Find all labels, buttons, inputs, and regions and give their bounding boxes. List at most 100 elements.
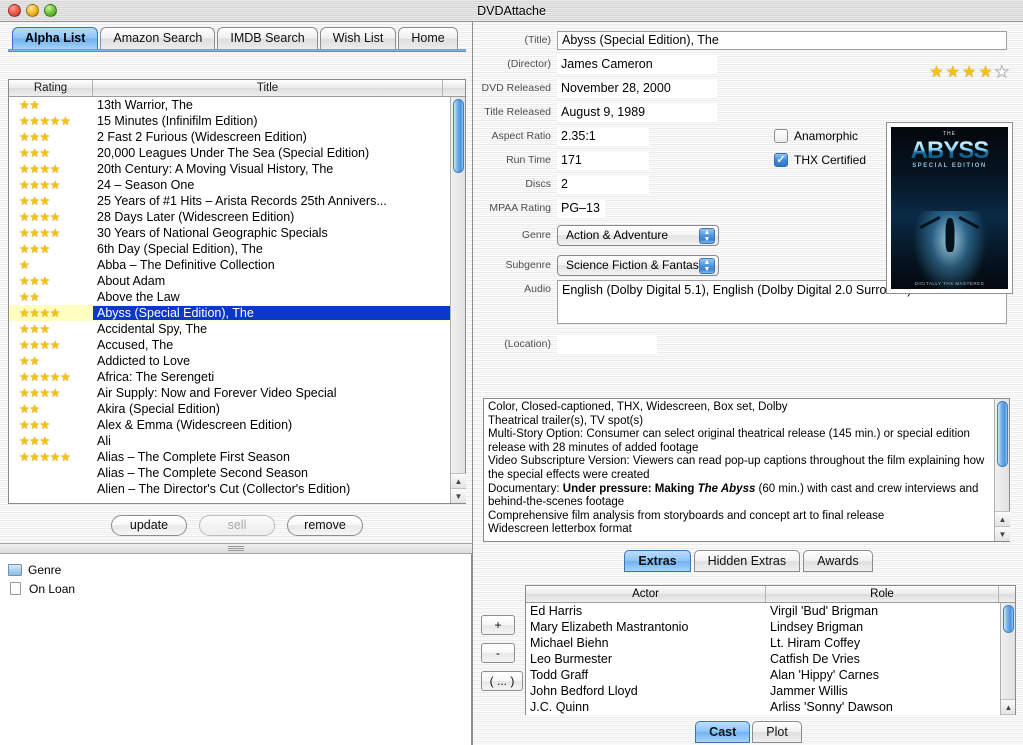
table-row[interactable]: ★Abba – The Definitive Collection: [9, 257, 465, 273]
runtime-input[interactable]: 171: [557, 151, 649, 170]
dvd-released-input[interactable]: November 28, 2000: [557, 79, 717, 98]
aspect-ratio-input[interactable]: 2.35:1: [557, 127, 649, 146]
tab-label: Home: [411, 31, 444, 45]
column-header-actor[interactable]: Actor: [526, 586, 766, 602]
table-row[interactable]: ★★★★Air Supply: Now and Forever Video Sp…: [9, 385, 465, 401]
genre-dropdown[interactable]: Action & Adventure ▲▼: [557, 225, 719, 246]
pane-splitter[interactable]: [0, 543, 472, 554]
table-row[interactable]: ★★Addicted to Love: [9, 353, 465, 369]
cast-scrollbar[interactable]: ▲ ▼: [1000, 603, 1015, 729]
remove-cast-button[interactable]: -: [481, 643, 515, 663]
tab-alpha-list[interactable]: Alpha List: [12, 27, 98, 49]
discs-input[interactable]: 2: [557, 175, 649, 194]
star-icon: ★: [19, 402, 29, 416]
extras-text-area[interactable]: Color, Closed-captioned, THX, Widescreen…: [483, 398, 1010, 542]
table-row[interactable]: ★★★★24 – Season One: [9, 177, 465, 193]
table-row[interactable]: ★★★★Abyss (Special Edition), The: [9, 305, 465, 321]
anamorphic-checkbox[interactable]: [774, 129, 788, 143]
table-row[interactable]: ★★Above the Law: [9, 289, 465, 305]
tab-extras[interactable]: Extras: [624, 550, 690, 572]
tab-hidden-extras[interactable]: Hidden Extras: [694, 550, 801, 572]
tab-wish-list[interactable]: Wish List: [320, 27, 397, 49]
scrollbar-thumb[interactable]: [997, 401, 1008, 467]
table-row[interactable]: Alien – The Director's Cut (Collector's …: [9, 481, 465, 497]
star-icon: ★: [19, 258, 29, 272]
subgenre-dropdown[interactable]: Science Fiction & Fantasy ▲▼: [557, 255, 719, 276]
tab-home[interactable]: Home: [398, 27, 457, 49]
star-filled-icon[interactable]: ★: [978, 62, 992, 82]
tab-plot[interactable]: Plot: [752, 721, 802, 743]
scroll-up-arrow[interactable]: ▲: [1001, 699, 1016, 714]
table-row[interactable]: ★★★6th Day (Special Edition), The: [9, 241, 465, 257]
zoom-button[interactable]: [44, 4, 57, 17]
table-row[interactable]: ★★★Alex & Emma (Widescreen Edition): [9, 417, 465, 433]
table-row[interactable]: ★★★20,000 Leagues Under The Sea (Special…: [9, 145, 465, 161]
table-row[interactable]: Leo BurmesterCatfish De Vries: [526, 651, 1015, 667]
tab-cast[interactable]: Cast: [695, 721, 750, 743]
add-cast-button[interactable]: +: [481, 615, 515, 635]
table-row[interactable]: Ed HarrisVirgil 'Bud' Brigman: [526, 603, 1015, 619]
table-row[interactable]: ★★★Accidental Spy, The: [9, 321, 465, 337]
minimize-button[interactable]: [26, 4, 39, 17]
chevron-updown-icon[interactable]: ▲▼: [699, 258, 715, 274]
table-row[interactable]: Todd GraffAlan 'Hippy' Carnes: [526, 667, 1015, 683]
star-filled-icon[interactable]: ★: [946, 62, 960, 82]
location-label: (Location): [473, 338, 557, 350]
extras-scrollbar[interactable]: ▲ ▼: [994, 399, 1009, 541]
scroll-down-arrow[interactable]: ▼: [995, 526, 1010, 541]
table-row[interactable]: ★★★2 Fast 2 Furious (Widescreen Edition): [9, 129, 465, 145]
movie-list-scrollbar[interactable]: ▲ ▼: [450, 97, 465, 503]
tree-item-on-loan[interactable]: On Loan: [0, 579, 471, 598]
table-row[interactable]: ★★★★★Africa: The Serengeti: [9, 369, 465, 385]
cast-actor-cell: J.C. Quinn: [526, 700, 766, 714]
scrollbar-thumb[interactable]: [1003, 605, 1014, 633]
star-icon: ★: [40, 450, 50, 464]
table-row[interactable]: Michael BiehnLt. Hiram Coffey: [526, 635, 1015, 651]
star-filled-icon[interactable]: ★: [962, 62, 976, 82]
thx-certified-checkbox[interactable]: ✓: [774, 153, 788, 167]
column-header-rating[interactable]: Rating: [9, 80, 93, 96]
title-released-input[interactable]: August 9, 1989: [557, 103, 717, 122]
tree-item-genre[interactable]: Genre: [0, 560, 471, 579]
update-button[interactable]: update: [111, 515, 187, 536]
table-row[interactable]: ★★★★20th Century: A Moving Visual Histor…: [9, 161, 465, 177]
scrollbar-thumb[interactable]: [453, 99, 464, 173]
table-row[interactable]: ★★★25 Years of #1 Hits – Arista Records …: [9, 193, 465, 209]
star-empty-icon[interactable]: ★: [995, 62, 1009, 82]
mpaa-rating-input[interactable]: PG–13: [557, 199, 605, 218]
table-row[interactable]: ★★★★★15 Minutes (Infinifilm Edition): [9, 113, 465, 129]
table-row[interactable]: ★★★About Adam: [9, 273, 465, 289]
chevron-updown-icon[interactable]: ▲▼: [699, 228, 715, 244]
table-row[interactable]: ★★★★★Alias – The Complete First Season: [9, 449, 465, 465]
close-button[interactable]: [8, 4, 21, 17]
column-header-role[interactable]: Role: [766, 586, 999, 602]
table-row[interactable]: ★★★★Accused, The: [9, 337, 465, 353]
table-row[interactable]: Mary Elizabeth MastrantonioLindsey Brigm…: [526, 619, 1015, 635]
star-filled-icon[interactable]: ★: [929, 62, 943, 82]
column-header-title[interactable]: Title: [93, 80, 443, 96]
title-input[interactable]: Abyss (Special Edition), The: [557, 31, 1007, 50]
movie-list: Rating Title ★★13th Warrior, The★★★★★15 …: [8, 79, 466, 504]
table-row[interactable]: Alias – The Complete Second Season: [9, 465, 465, 481]
cast-options-button[interactable]: ( ... ): [481, 671, 523, 691]
movie-list-rows: ★★13th Warrior, The★★★★★15 Minutes (Infi…: [9, 97, 465, 503]
splitter-grip[interactable]: [228, 546, 244, 551]
remove-button[interactable]: remove: [287, 515, 363, 536]
location-input[interactable]: [557, 335, 657, 354]
table-row[interactable]: ★★★★30 Years of National Geographic Spec…: [9, 225, 465, 241]
extras-line: Widescreen letterbox format: [488, 523, 991, 537]
scroll-up-arrow[interactable]: ▲: [451, 473, 466, 488]
table-row[interactable]: John Bedford LloydJammer Willis: [526, 683, 1015, 699]
table-row[interactable]: ★★★Ali: [9, 433, 465, 449]
scroll-down-arrow[interactable]: ▼: [451, 488, 466, 503]
director-input[interactable]: James Cameron: [557, 55, 717, 74]
table-row[interactable]: ★★★★28 Days Later (Widescreen Edition): [9, 209, 465, 225]
table-row[interactable]: J.C. QuinnArliss 'Sonny' Dawson: [526, 699, 1015, 715]
tab-awards[interactable]: Awards: [803, 550, 872, 572]
rating-stars[interactable]: ★★★★★: [929, 62, 1009, 82]
scroll-up-arrow[interactable]: ▲: [995, 511, 1010, 526]
table-row[interactable]: ★★13th Warrior, The: [9, 97, 465, 113]
tab-imdb-search[interactable]: IMDB Search: [217, 27, 317, 49]
tab-amazon-search[interactable]: Amazon Search: [100, 27, 215, 49]
table-row[interactable]: ★★Akira (Special Edition): [9, 401, 465, 417]
